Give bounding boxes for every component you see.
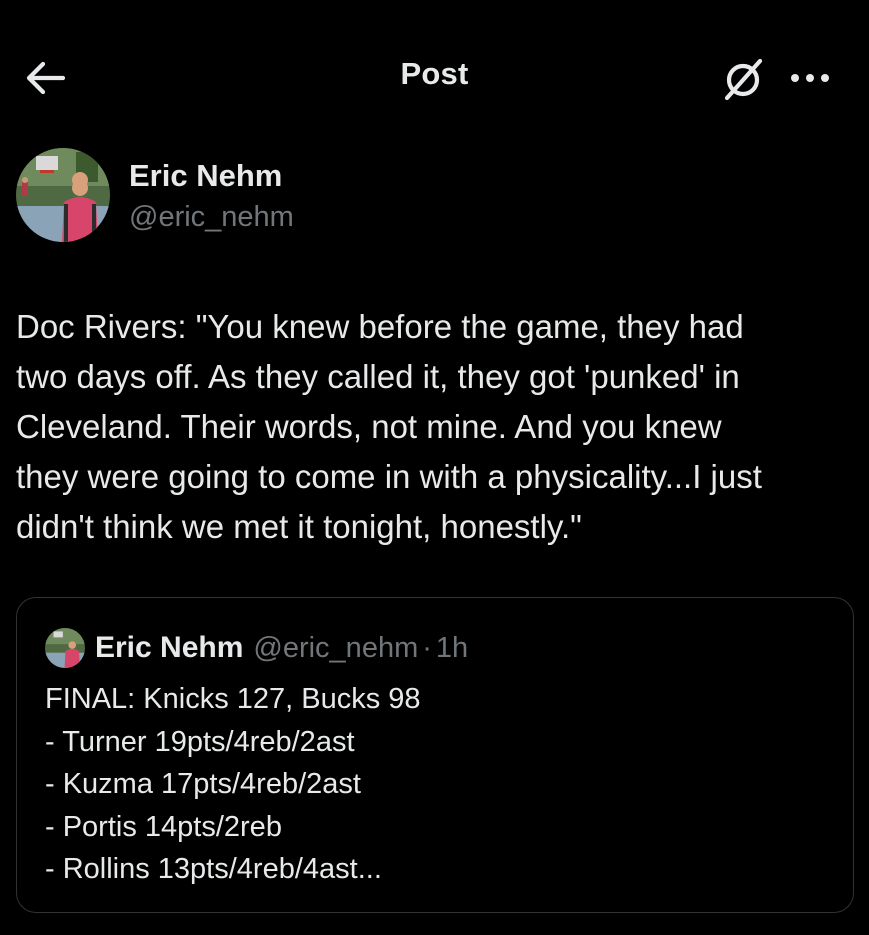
author-name[interactable]: Eric Nehm bbox=[129, 158, 282, 194]
quoted-post[interactable]: Eric Nehm @eric_nehm · 1h FINAL: Knicks … bbox=[16, 597, 854, 913]
more-options-button[interactable] bbox=[784, 58, 836, 98]
quoted-author-name: Eric Nehm bbox=[95, 631, 244, 664]
post-author: Eric Nehm @eric_nehm bbox=[16, 148, 856, 248]
quoted-post-header: Eric Nehm @eric_nehm · 1h bbox=[45, 628, 468, 668]
grok-button[interactable] bbox=[718, 54, 768, 104]
avatar bbox=[45, 628, 85, 668]
author-handle[interactable]: @eric_nehm bbox=[129, 201, 294, 234]
quoted-post-text: FINAL: Knicks 127, Bucks 98 - Turner 19p… bbox=[45, 683, 421, 885]
quoted-author-handle: @eric_nehm bbox=[253, 631, 419, 664]
more-horizontal-icon bbox=[791, 74, 829, 82]
grok-slash-circle-icon bbox=[724, 58, 763, 101]
avatar[interactable] bbox=[16, 148, 110, 242]
separator-dot: · bbox=[422, 631, 432, 664]
quoted-post-time: 1h bbox=[435, 631, 469, 664]
top-bar: Post bbox=[0, 40, 869, 116]
post-text: Doc Rivers: "You knew before the game, t… bbox=[16, 308, 762, 545]
